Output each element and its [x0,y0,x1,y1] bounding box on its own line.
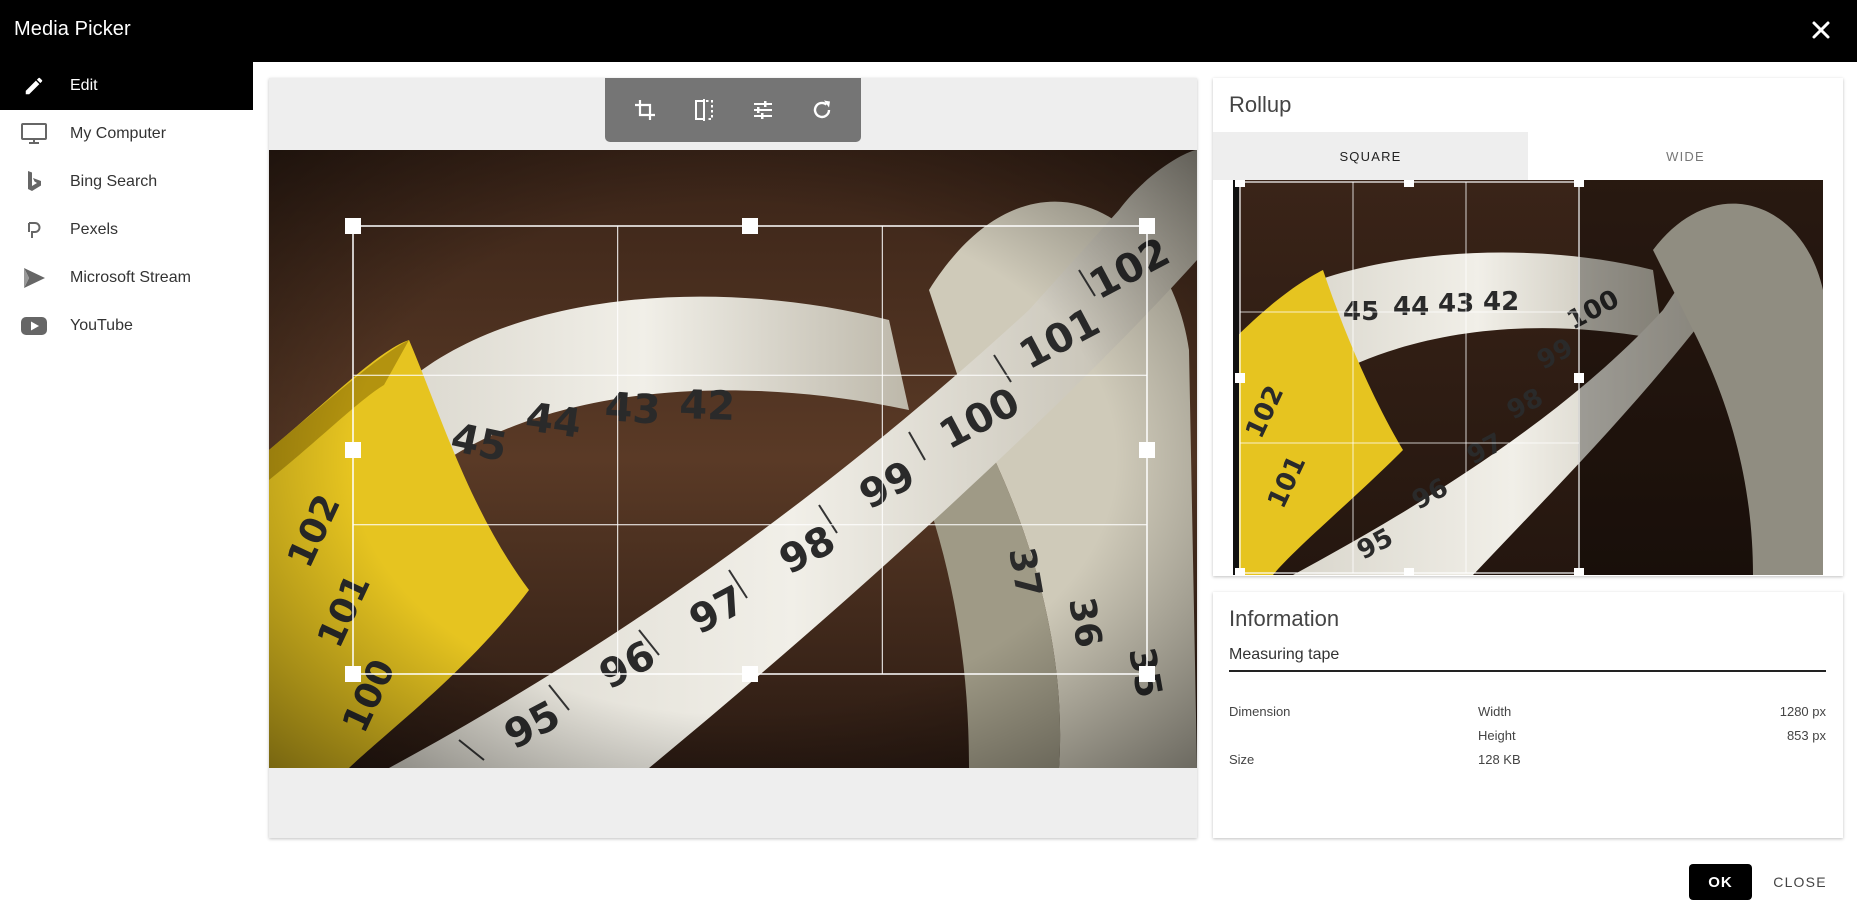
sidebar-item-my-computer[interactable]: My Computer [0,110,253,158]
svg-text:42: 42 [1483,287,1519,317]
width-value: 1280 px [1779,704,1826,719]
height-label: Height [1478,728,1516,743]
sidebar-item-bing-search[interactable]: Bing Search [0,158,253,206]
pexels-icon [20,218,48,242]
dimension-label: Dimension [1229,704,1291,719]
rollup-title: Rollup [1229,92,1292,117]
adjust-icon[interactable] [743,90,783,130]
dialog-title: Media Picker [14,18,131,40]
height-value: 853 px [1786,728,1826,743]
editable-image[interactable]: 95 96 97 98 99 100 101 102 45 44 43 42 1… [269,150,1197,768]
sidebar-item-label: Bing Search [70,173,158,190]
sidebar-item-label: My Computer [70,125,167,142]
monitor-icon [20,122,48,146]
size-label: Size [1229,752,1255,767]
crop-icon[interactable] [625,90,665,130]
edit-toolbar [605,78,861,142]
sidebar-item-label: YouTube [70,317,133,334]
image-editor: 95 96 97 98 99 100 101 102 45 44 43 42 1… [269,78,1197,838]
information-title: Information [1229,606,1340,631]
sidebar: Edit My Computer Bing Search Pexels Micr… [0,62,253,906]
size-value: 128 KB [1478,752,1521,767]
flip-icon[interactable] [684,90,724,130]
ok-button[interactable]: OK [1689,864,1752,900]
title-bar: Media Picker [0,0,1857,62]
width-label: Width [1478,704,1512,719]
tab-square[interactable]: SQUARE [1213,132,1528,180]
svg-text:44: 44 [1393,292,1429,322]
aspect-tabs: SQUARE WIDE [1213,132,1843,180]
pencil-icon [20,74,48,98]
sidebar-item-youtube[interactable]: YouTube [0,302,253,350]
sidebar-item-pexels[interactable]: Pexels [0,206,253,254]
youtube-icon [20,314,48,338]
close-icon[interactable] [1807,16,1835,44]
rotate-icon[interactable] [802,90,842,130]
caption-input[interactable]: Measuring tape [1229,644,1826,672]
sidebar-item-label: Edit [70,77,98,94]
svg-text:43: 43 [1438,289,1474,319]
sidebar-item-microsoft-stream[interactable]: Microsoft Stream [0,254,253,302]
rollup-panel: Rollup SQUARE WIDE 95 96 97 98 99 100 45… [1213,78,1843,576]
close-button[interactable]: CLOSE [1764,864,1836,900]
stream-icon [20,266,48,290]
sidebar-item-edit[interactable]: Edit [0,62,253,110]
rollup-preview[interactable]: 95 96 97 98 99 100 45 44 43 42 102 101 [1233,180,1823,575]
sidebar-item-label: Microsoft Stream [70,269,191,286]
information-panel: Information Measuring tape Dimension Wid… [1213,592,1843,838]
sidebar-item-label: Pexels [70,221,119,238]
bing-icon [20,170,48,194]
tab-wide[interactable]: WIDE [1528,132,1843,180]
